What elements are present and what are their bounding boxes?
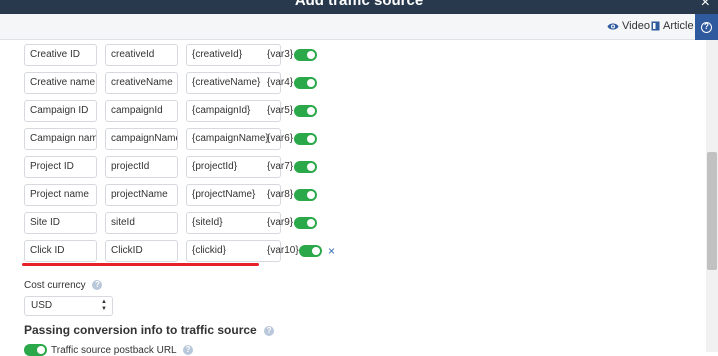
info-icon: ? bbox=[92, 280, 103, 291]
param-var-label: {var8} bbox=[267, 189, 294, 200]
cost-currency-label-text: Cost currency bbox=[24, 280, 86, 291]
delete-icon[interactable]: × bbox=[328, 240, 335, 262]
article-label: Article bbox=[663, 20, 694, 32]
param-name-field[interactable]: Project name bbox=[24, 184, 97, 206]
param-toggle[interactable] bbox=[294, 133, 317, 145]
param-toggle[interactable] bbox=[299, 245, 322, 257]
param-name-field[interactable]: Campaign ID bbox=[24, 100, 97, 122]
close-icon[interactable]: × bbox=[701, 0, 710, 12]
param-name-field[interactable]: Creative ID bbox=[24, 44, 97, 66]
cost-currency-select[interactable]: USD ▲ ▼ bbox=[24, 296, 113, 316]
param-key-field[interactable]: ClickID bbox=[105, 240, 178, 262]
param-row: Campaign name campaignName {campaignName}{… bbox=[24, 128, 354, 150]
param-row: Creative ID creativeId {creativeId} {var3} bbox=[24, 44, 354, 66]
book-icon bbox=[651, 21, 660, 31]
param-toggle[interactable] bbox=[294, 161, 317, 173]
param-row: Project name projectName {projectName} {var… bbox=[24, 184, 354, 206]
conversion-section-title-text: Passing conversion info to traffic sourc… bbox=[24, 323, 257, 337]
help-icon: ? bbox=[701, 22, 712, 33]
param-row: Campaign ID campaignId {campaignId} {var5} bbox=[24, 100, 354, 122]
param-key-field[interactable]: projectName bbox=[105, 184, 178, 206]
param-name-field[interactable]: Project ID bbox=[24, 156, 97, 178]
param-row: Click ID ClickID {clickid} {var10} × bbox=[24, 240, 354, 262]
param-name-field[interactable]: Creative name bbox=[24, 72, 97, 94]
param-toggle[interactable] bbox=[294, 49, 317, 61]
param-toggle[interactable] bbox=[294, 105, 317, 117]
param-toggle[interactable] bbox=[294, 189, 317, 201]
video-label: Video bbox=[622, 20, 650, 32]
param-name-field[interactable]: Click ID bbox=[24, 240, 97, 262]
param-var-label: {var5} bbox=[267, 105, 294, 116]
conversion-section-title: Passing conversion info to traffic sourc… bbox=[24, 323, 275, 337]
postback-toggle[interactable] bbox=[24, 344, 47, 356]
param-toggle[interactable] bbox=[294, 77, 317, 89]
param-name-field[interactable]: Campaign name bbox=[24, 128, 97, 150]
select-arrows-icon: ▲ ▼ bbox=[101, 299, 107, 312]
param-var-label: {var3} bbox=[267, 49, 294, 60]
info-icon: ? bbox=[264, 325, 275, 336]
postback-label-text: Traffic source postback URL bbox=[51, 345, 177, 356]
help-button[interactable]: ? bbox=[695, 14, 718, 40]
param-key-field[interactable]: campaignId bbox=[105, 100, 178, 122]
eye-icon bbox=[607, 23, 619, 29]
param-key-field[interactable]: siteId bbox=[105, 212, 178, 234]
param-name-field[interactable]: Site ID bbox=[24, 212, 97, 234]
param-row: Creative name creativeName {creativeName}{… bbox=[24, 72, 354, 94]
video-link[interactable]: Video bbox=[607, 20, 650, 32]
article-link[interactable]: Article bbox=[651, 20, 694, 32]
dialog-title: Add traffic source bbox=[294, 0, 424, 9]
cost-currency-value: USD bbox=[31, 300, 53, 311]
postback-label: Traffic source postback URL ? bbox=[51, 345, 194, 356]
param-key-field[interactable]: creativeId bbox=[105, 44, 178, 66]
param-key-field[interactable]: creativeName bbox=[105, 72, 178, 94]
cost-currency-label: Cost currency ? bbox=[24, 280, 103, 291]
param-row: Site ID siteId {siteId} {var9} bbox=[24, 212, 354, 234]
info-icon: ? bbox=[183, 345, 194, 356]
param-var-label: {var7} bbox=[267, 161, 294, 172]
param-row: Project ID projectId {projectId} {var7} bbox=[24, 156, 354, 178]
dialog-toolbar: Video Article bbox=[0, 14, 718, 40]
scrollbar-thumb[interactable] bbox=[707, 152, 717, 270]
param-toggle[interactable] bbox=[294, 217, 317, 229]
param-var-label: {var4} bbox=[267, 77, 294, 88]
param-var-label: {var6} bbox=[267, 133, 294, 144]
param-var-label: {var9} bbox=[267, 217, 294, 228]
param-var-label: {var10} bbox=[267, 245, 299, 256]
param-key-field[interactable]: campaignName bbox=[105, 128, 178, 150]
param-key-field[interactable]: projectId bbox=[105, 156, 178, 178]
highlight-underline bbox=[22, 263, 259, 266]
